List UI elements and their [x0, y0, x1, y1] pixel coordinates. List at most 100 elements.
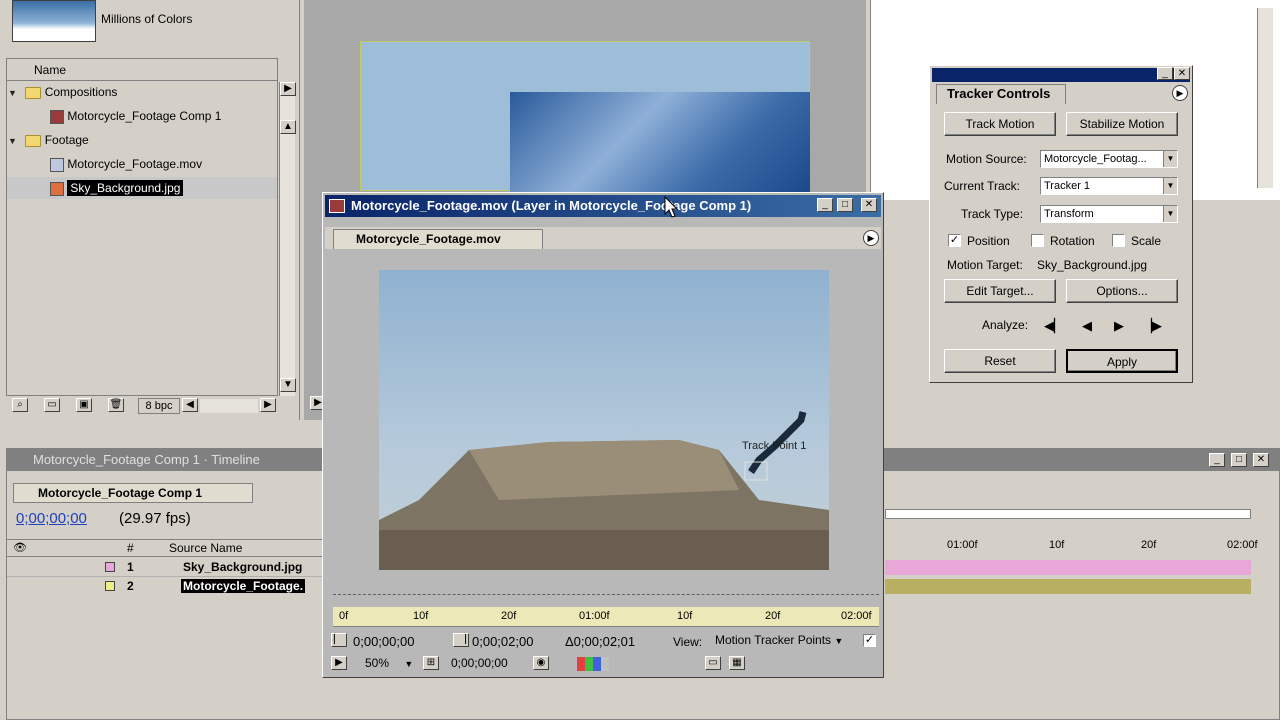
color-channels-icon[interactable]	[577, 657, 609, 671]
composition-icon	[50, 109, 64, 124]
edit-target-button[interactable]: Edit Target...	[944, 279, 1056, 303]
end-time[interactable]: 0;00;02;00	[472, 634, 533, 649]
motion-source-label: Motion Source:	[946, 152, 1027, 166]
scroll-left-icon[interactable]: ◀	[182, 398, 198, 412]
layer-minimize-icon[interactable]: _	[817, 198, 833, 212]
sky-layer-duration-bar[interactable]	[885, 560, 1251, 575]
panel-menu-arrow-icon[interactable]: ▶	[280, 82, 296, 96]
current-track-dropdown[interactable]: Tracker 1 ▼	[1040, 177, 1178, 195]
timeline-current-time[interactable]: 0;00;00;00	[16, 510, 87, 527]
reset-button[interactable]: Reset	[944, 349, 1056, 373]
start-time[interactable]: 0;00;00;00	[353, 634, 414, 649]
rotation-label: Rotation	[1050, 234, 1095, 248]
scroll-up-icon[interactable]: ▲	[280, 120, 296, 134]
tracker-close-icon[interactable]: ✕	[1174, 67, 1190, 80]
tracker-minimize-icon[interactable]: _	[1157, 67, 1173, 80]
expand-triangle-icon[interactable]: ▼	[8, 82, 22, 104]
chevron-down-icon: ▼	[1163, 178, 1177, 194]
list-item-image[interactable]: Sky_Background.jpg	[7, 177, 277, 199]
chevron-down-icon: ▼	[1163, 206, 1177, 222]
timeline-layer-row[interactable]: 1 Sky_Background.jpg	[7, 558, 325, 577]
project-scrollbar[interactable]: ▶ ▲ ▼	[279, 82, 296, 396]
layer-menu-arrow-icon[interactable]: ▶	[863, 230, 879, 246]
scale-checkbox[interactable]	[1112, 234, 1125, 247]
track-motion-button[interactable]: Track Motion	[944, 112, 1056, 136]
list-item-compositions[interactable]: ▼ Compositions	[8, 81, 278, 103]
layer-window-titlebar[interactable]: Motorcycle_Footage.mov (Layer in Motorcy…	[325, 195, 881, 217]
motion-target-value: Sky_Background.jpg	[1037, 258, 1148, 272]
track-type-dropdown[interactable]: Transform ▼	[1040, 205, 1178, 223]
timeline-ruler[interactable]: 0f 01:00f 10f 20f 02:00f	[885, 537, 1265, 555]
name-column-header[interactable]: Name	[7, 59, 277, 81]
position-checkbox[interactable]: ✓	[948, 234, 961, 247]
layer-maximize-icon[interactable]: □	[837, 198, 853, 212]
work-area-bar[interactable]	[885, 509, 1251, 519]
set-out-point-icon[interactable]: ⎹	[453, 633, 469, 647]
options-button[interactable]: Options...	[1066, 279, 1178, 303]
tracker-menu-arrow-icon[interactable]: ▶	[1172, 85, 1188, 101]
layer-tab[interactable]: Motorcycle_Footage.mov	[333, 229, 543, 249]
scroll-right-icon[interactable]: ▶	[260, 398, 276, 412]
eye-icon[interactable]: 👁	[13, 541, 27, 554]
horizontal-scrollbar[interactable]	[200, 399, 258, 413]
timeline-minimize-icon[interactable]: _	[1209, 453, 1225, 467]
timeline-layer-row[interactable]: 2 Motorcycle_Footage.	[7, 577, 325, 596]
find-icon[interactable]: ⌕	[12, 398, 28, 412]
right-scrollbar[interactable]	[1257, 8, 1273, 188]
list-item-footage[interactable]: ▼ Footage	[8, 129, 278, 151]
timeline-maximize-icon[interactable]: □	[1231, 453, 1247, 467]
stabilize-motion-button[interactable]: Stabilize Motion	[1066, 112, 1178, 136]
layer-window: Motorcycle_Footage.mov (Layer in Motorcy…	[322, 192, 884, 678]
layer-time-navigator[interactable]	[333, 594, 879, 602]
project-thumbnail	[12, 0, 96, 42]
ram-preview-icon[interactable]: ▶	[331, 656, 347, 670]
new-folder-icon[interactable]: ▭	[44, 398, 60, 412]
layer-number: 2	[127, 579, 134, 593]
scroll-down-icon[interactable]: ▼	[280, 378, 296, 392]
layer-name[interactable]: Motorcycle_Footage.	[181, 579, 306, 593]
list-item-comp[interactable]: Motorcycle_Footage Comp 1	[50, 105, 278, 127]
view-dropdown[interactable]: Motion Tracker Points ▼	[709, 632, 857, 650]
layer-color-swatch	[105, 562, 115, 572]
tracker-palette-titlebar[interactable]	[932, 68, 1190, 82]
analyze-1-frame-forward-icon[interactable]: ▶	[1114, 318, 1124, 334]
layer-window-icon	[329, 199, 345, 213]
current-time[interactable]: 0;00;00;00	[451, 656, 508, 670]
current-track-label: Current Track:	[944, 179, 1021, 193]
layer-time-ruler[interactable]: 0f 10f 20f 01:00f 10f 20f 02:00f	[333, 607, 879, 627]
set-in-point-icon[interactable]: ⎸	[331, 633, 347, 647]
bpc-button[interactable]: 8 bpc	[138, 398, 180, 414]
region-of-interest-icon[interactable]: ▭	[705, 656, 721, 670]
project-panel: Millions of Colors Name ▼ Compositions M…	[0, 0, 300, 420]
layer-number: 1	[127, 560, 134, 574]
analyze-1-frame-back-icon[interactable]: ◀	[1082, 318, 1092, 334]
analyze-forward-icon[interactable]: ▕▶	[1142, 318, 1162, 334]
new-comp-icon[interactable]: ▣	[76, 398, 92, 412]
motion-source-dropdown[interactable]: Motorcycle_Footag... ▼	[1040, 150, 1178, 168]
zoom-dropdown[interactable]: 50% ▼	[359, 656, 419, 672]
layer-name[interactable]: Sky_Background.jpg	[183, 560, 302, 574]
timeline-tab[interactable]: Motorcycle_Footage Comp 1	[13, 483, 253, 503]
render-checkbox[interactable]: ✓	[863, 634, 876, 647]
transparency-grid-icon[interactable]: ▦	[729, 656, 745, 670]
expand-triangle-icon[interactable]: ▼	[8, 130, 22, 152]
tracker-tab[interactable]: Tracker Controls	[936, 84, 1066, 104]
apply-button[interactable]: Apply	[1066, 349, 1178, 373]
layer-close-icon[interactable]: ✕	[861, 198, 877, 212]
layer-footage-frame: Track Point 1	[379, 270, 829, 570]
timeline-columns-header: 👁 # Source Name	[7, 539, 325, 557]
safe-zones-icon[interactable]: ⊞	[423, 656, 439, 670]
rotation-checkbox[interactable]	[1031, 234, 1044, 247]
snapshot-icon[interactable]: ◉	[533, 656, 549, 670]
analyze-back-icon[interactable]: ◀▏	[1044, 318, 1064, 334]
footage-layer-duration-bar[interactable]	[885, 579, 1251, 594]
track-point-label[interactable]: Track Point 1	[742, 440, 806, 452]
layer-color-swatch	[105, 581, 115, 591]
list-item-movie[interactable]: Motorcycle_Footage.mov	[50, 153, 278, 175]
timeline-close-icon[interactable]: ✕	[1253, 453, 1269, 467]
layer-bottom-bar: ▶ 50% ▼ ⊞ 0;00;00;00 ◉ ▭ ▦	[329, 654, 881, 674]
chevron-down-icon: ▼	[404, 659, 414, 669]
ruler-tick-label: 02:00f	[1227, 539, 1258, 551]
source-name-column[interactable]: Source Name	[169, 541, 242, 555]
trash-icon[interactable]: 🗑	[108, 398, 124, 412]
